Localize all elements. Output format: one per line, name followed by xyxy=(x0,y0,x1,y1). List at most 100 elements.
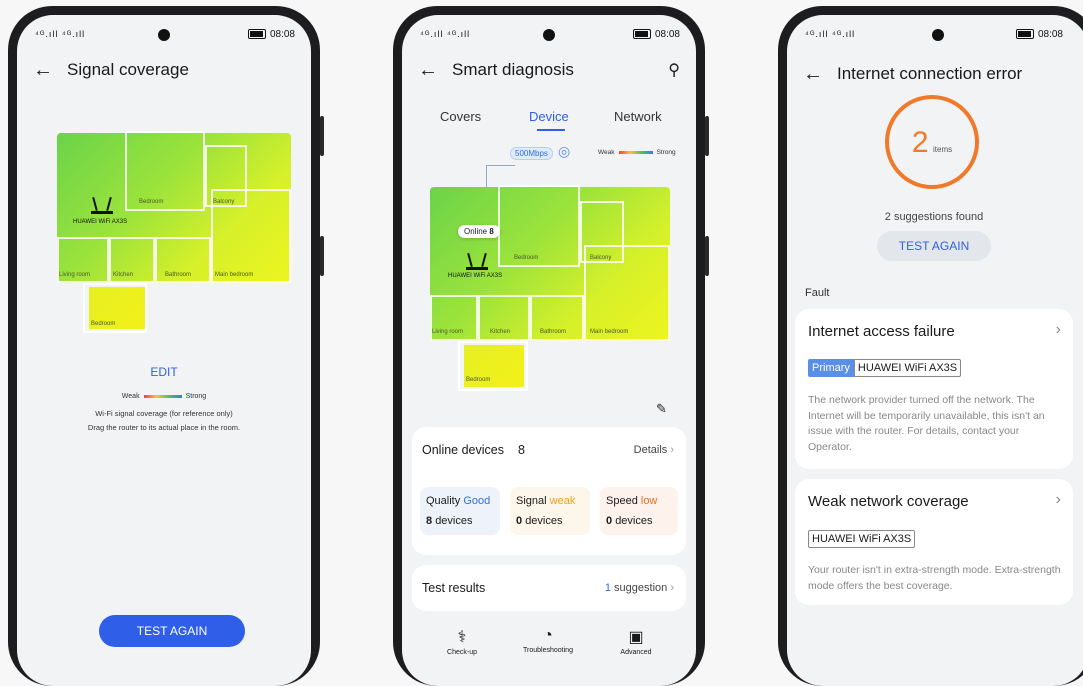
side-button xyxy=(705,116,709,156)
room-label: Living room xyxy=(432,329,464,335)
stat-signal[interactable]: Signal weak 0 devices xyxy=(510,487,590,535)
suggestions-text: 2 suggestions found xyxy=(884,211,984,223)
edit-link[interactable]: EDIT xyxy=(17,365,311,379)
tab-advanced[interactable]: ▣ Advanced xyxy=(606,627,666,656)
room-label: Living room xyxy=(59,272,91,278)
screen: ⁴ᴳ.ıll ⁴ᴳ.ıll 08:08 ← Internet connectio… xyxy=(787,15,1083,686)
test-results-summary: 1 suggestion › xyxy=(605,582,674,594)
room-label: Bedroom xyxy=(466,377,491,383)
room-bedroom xyxy=(125,131,205,211)
room-label: Kitchen xyxy=(490,329,511,335)
room-label: Bathroom xyxy=(165,272,192,278)
stat-speed[interactable]: Speed low 0 devices xyxy=(600,487,678,535)
fault-description: The network provider turned off the netw… xyxy=(808,394,1045,453)
phone-smart-diagnosis: ⁴ᴳ.ıll ⁴ᴳ.ıll 08:08 ← Smart diagnosis ⚲ … xyxy=(393,6,709,686)
issue-ring: 2 items xyxy=(885,95,979,189)
drag-note: Drag the router to its actual place in t… xyxy=(87,423,241,432)
router-label: HUAWEI WiFi AX3S xyxy=(448,273,503,279)
tab-label: Check-up xyxy=(447,649,477,656)
room-label: Main bedroom xyxy=(590,329,629,335)
fault-card-coverage[interactable]: Weak network coverage › HUAWEI WiFi AX3S… xyxy=(795,479,1073,605)
toolbox-icon: ▣ xyxy=(628,629,644,646)
screen: ⁴ᴳ.ıll ⁴ᴳ.ıll 08:08 ← Signal coverage Be… xyxy=(17,15,311,686)
stat-value: 8 xyxy=(426,515,433,527)
room-label: Bedroom xyxy=(91,321,116,327)
edit-pencil-icon[interactable]: ✎ xyxy=(656,401,667,417)
floor-plan[interactable]: Bedroom Balcony Living room Kitchen Bath… xyxy=(402,15,696,417)
top-bar: ← Internet connection error xyxy=(803,61,1073,87)
test-results-label: Test results xyxy=(422,581,486,595)
stethoscope-icon: ⚕ xyxy=(457,629,467,646)
chevron-right-icon: › xyxy=(1055,491,1061,508)
online-label: Online xyxy=(464,227,488,236)
fault-description: Your router isn't in extra-strength mode… xyxy=(808,564,1061,592)
router-icon[interactable] xyxy=(91,199,113,214)
room-label: Balcony xyxy=(590,255,612,261)
details-link[interactable]: Details › xyxy=(634,444,674,456)
back-arrow-icon[interactable]: ← xyxy=(803,64,823,84)
primary-tag: Primary xyxy=(808,359,854,377)
gauge-icon: ◔ xyxy=(543,627,553,644)
legend-weak: Weak xyxy=(121,393,140,400)
section-label: Fault xyxy=(805,287,830,299)
stat-grade: weak xyxy=(549,495,576,507)
side-button xyxy=(705,236,709,276)
stat-quality[interactable]: Quality Good 8 devices xyxy=(420,487,500,535)
side-button xyxy=(320,236,324,276)
chevron-right-icon: › xyxy=(670,444,674,456)
phone-connection-error: ⁴ᴳ.ıll ⁴ᴳ.ıll 08:08 ← Internet connectio… xyxy=(778,6,1083,686)
router-icon[interactable] xyxy=(466,255,488,270)
clock: 08:08 xyxy=(1037,28,1063,40)
device-tag: HUAWEI WiFi AX3S xyxy=(808,530,916,548)
fault-tags: HUAWEI WiFi AX3S xyxy=(808,529,916,548)
room-label: Balcony xyxy=(213,199,235,205)
signal-legend: Weak Strong xyxy=(17,393,311,400)
stat-unit: devices xyxy=(525,515,563,527)
screen: ⁴ᴳ.ıll ⁴ᴳ.ıll 08:08 ← Smart diagnosis ⚲ … xyxy=(402,15,696,686)
legend-gradient xyxy=(143,394,182,398)
fault-title: Weak network coverage xyxy=(808,493,969,510)
room-bedroom xyxy=(498,185,580,267)
tab-label: Troubleshooting xyxy=(523,647,573,654)
room-label: Bedroom xyxy=(139,199,164,205)
stat-label: Speed xyxy=(606,495,638,507)
stat-label: Quality xyxy=(426,495,461,507)
stat-label: Signal xyxy=(516,495,547,507)
side-button xyxy=(320,116,324,156)
test-again-button[interactable]: TEST AGAIN xyxy=(99,615,245,647)
floor-plan[interactable]: Bedroom Balcony Living room Kitchen Bath… xyxy=(17,15,311,355)
test-again-button[interactable]: TEST AGAIN xyxy=(877,231,991,261)
tab-label: Advanced xyxy=(620,649,652,656)
stat-unit: devices xyxy=(615,515,653,527)
online-devices-count: 8 xyxy=(518,443,525,457)
online-devices-label: Online devices xyxy=(422,443,504,457)
online-devices-card: Online devices 8 Details › Quality Good … xyxy=(412,427,686,555)
signal-indicator: ⁴ᴳ.ıll ⁴ᴳ.ıll xyxy=(805,29,856,39)
router-label: HUAWEI WiFi AX3S xyxy=(73,219,128,225)
room-bedroom-bottom xyxy=(458,341,528,391)
stat-value: 0 xyxy=(516,515,523,527)
room-label: Bedroom xyxy=(514,255,539,261)
tab-troubleshooting[interactable]: ◔ Troubleshooting xyxy=(518,627,578,654)
issue-count: 2 xyxy=(911,126,929,159)
page-title: Internet connection error xyxy=(837,64,1023,83)
device-tag: HUAWEI WiFi AX3S xyxy=(853,359,962,377)
room-label: Kitchen xyxy=(113,272,134,278)
room-label: Bathroom xyxy=(540,329,567,335)
online-count: 8 xyxy=(489,227,494,236)
stat-grade: Good xyxy=(463,495,491,507)
fault-card-internet[interactable]: Internet access failure › Primary HUAWEI … xyxy=(795,309,1073,469)
coverage-note: Wi-Fi signal coverage (for reference onl… xyxy=(95,409,233,418)
room-label: Main bedroom xyxy=(215,272,254,278)
stat-unit: devices xyxy=(435,515,473,527)
chevron-right-icon: › xyxy=(670,582,674,594)
chevron-right-icon: › xyxy=(1055,321,1061,338)
fault-title: Internet access failure xyxy=(808,323,955,340)
issue-unit: items xyxy=(933,145,953,154)
test-results-card[interactable]: Test results 1 suggestion › xyxy=(412,565,686,611)
phone-signal-coverage: ⁴ᴳ.ıll ⁴ᴳ.ıll 08:08 ← Signal coverage Be… xyxy=(8,6,324,686)
suggestion-label: suggestion xyxy=(614,582,668,594)
stat-grade: low xyxy=(640,495,658,507)
online-bubble: Online 8 xyxy=(458,225,500,238)
tab-check-up[interactable]: ⚕ Check-up xyxy=(432,627,492,656)
